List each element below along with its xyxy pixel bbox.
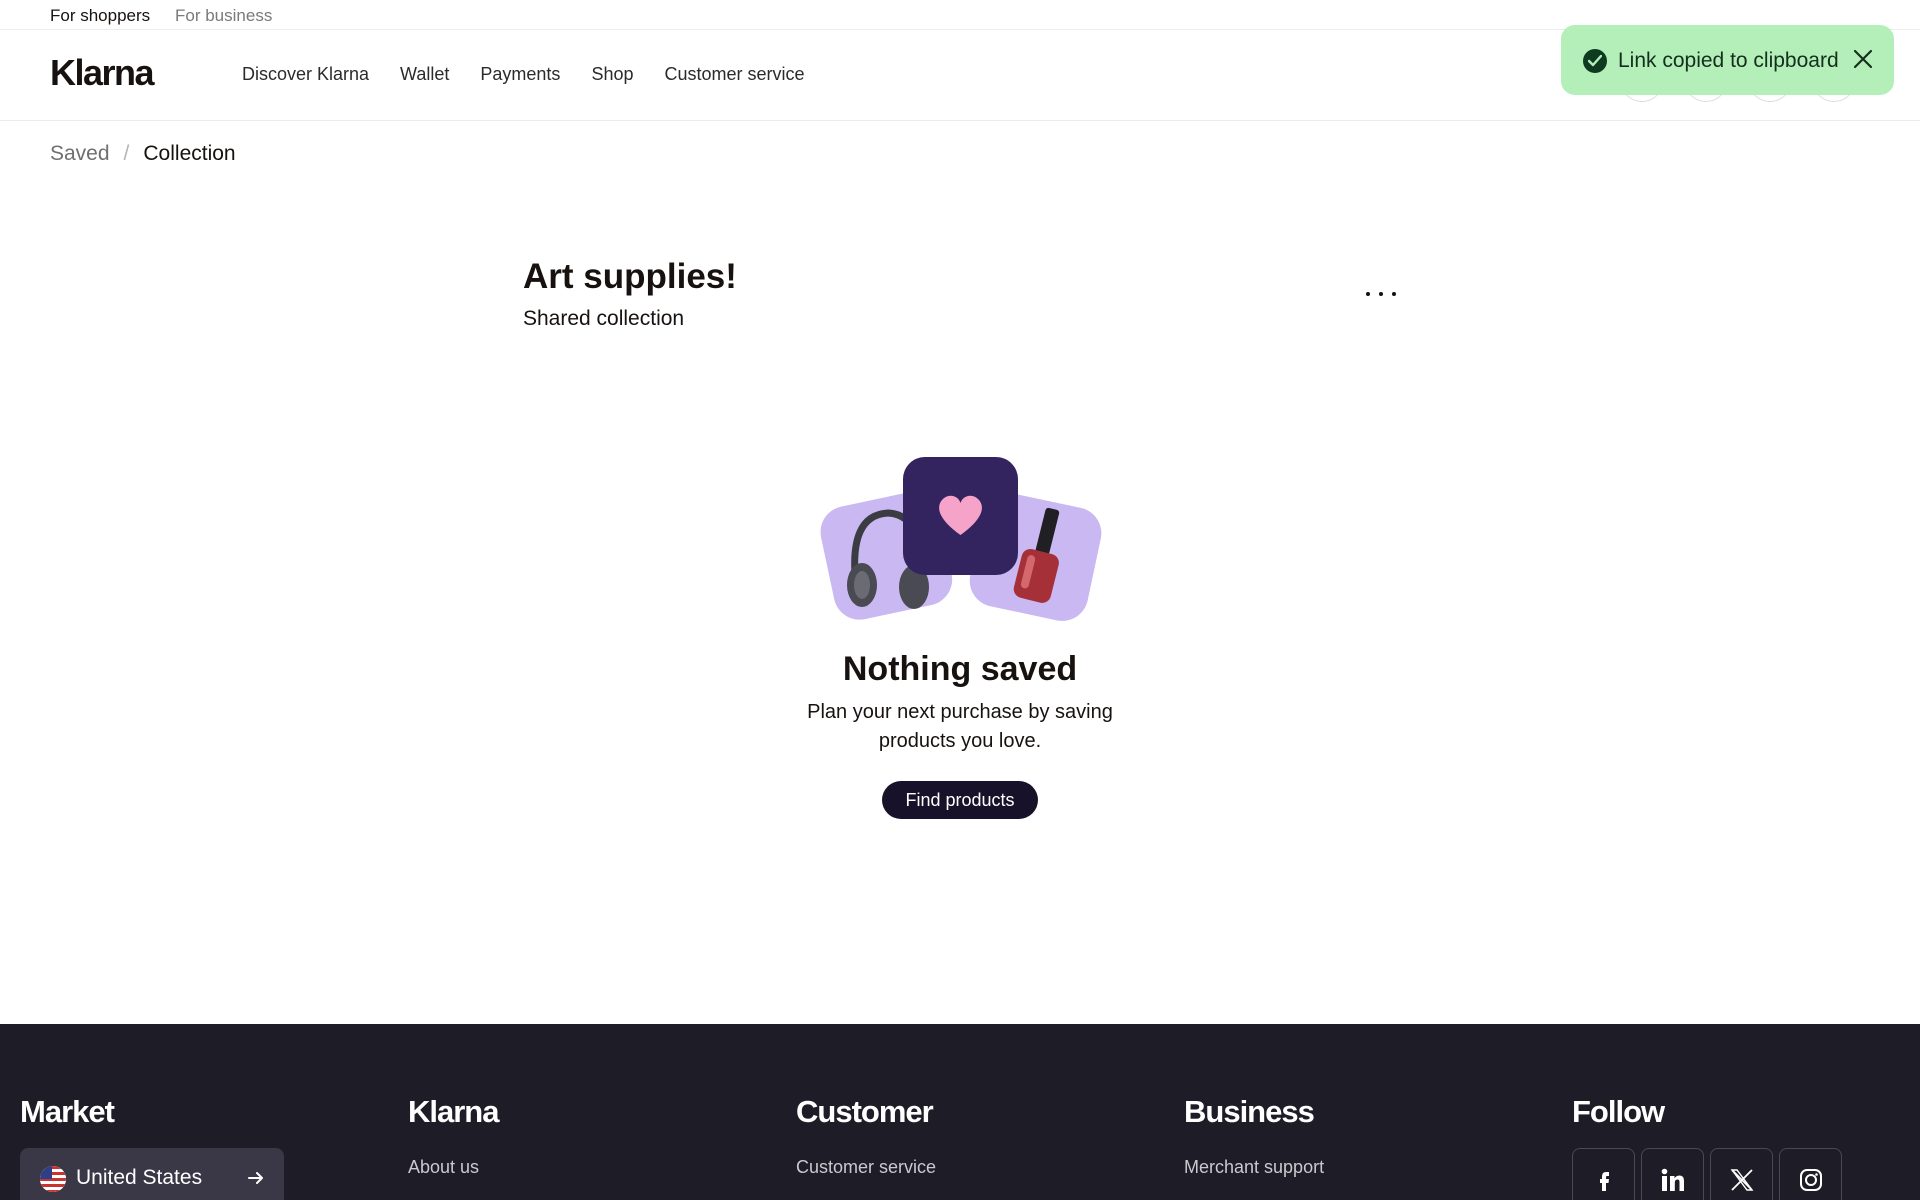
toast-message: Link copied to clipboard <box>1618 49 1839 72</box>
footer-heading-business: Business <box>1184 1094 1315 1129</box>
main-nav: Discover Klarna Wallet Payments Shop Cus… <box>242 64 836 85</box>
more-dot <box>1366 292 1370 296</box>
footer-heading-klarna: Klarna <box>408 1094 499 1129</box>
breadcrumb-saved[interactable]: Saved <box>50 142 110 166</box>
for-shoppers-link[interactable]: For shoppers <box>50 6 150 26</box>
nav-wallet[interactable]: Wallet <box>400 64 449 85</box>
for-business-link[interactable]: For business <box>175 6 272 26</box>
us-flag-icon <box>40 1166 66 1192</box>
instagram-icon[interactable] <box>1779 1148 1842 1200</box>
arrow-right-icon <box>246 1168 266 1193</box>
footer-heading-customer: Customer <box>796 1094 934 1129</box>
market-country: United States <box>76 1166 203 1189</box>
more-options-button[interactable] <box>1356 270 1406 300</box>
footer-heading-follow: Follow <box>1572 1094 1665 1129</box>
toast-notification: Link copied to clipboard <box>1561 25 1894 95</box>
nav-discover-klarna[interactable]: Discover Klarna <box>242 64 369 85</box>
breadcrumb-separator: / <box>123 142 130 165</box>
site-footer: Market United States Klarna About us Cus… <box>0 1024 1920 1200</box>
empty-state-illustration <box>818 455 1102 625</box>
nav-payments[interactable]: Payments <box>480 64 560 85</box>
footer-heading-market: Market <box>20 1094 115 1129</box>
market-selector-button[interactable]: United States <box>20 1148 284 1200</box>
find-products-button[interactable]: Find products <box>882 781 1038 819</box>
more-dot <box>1392 292 1396 296</box>
breadcrumb-current: Collection <box>143 142 236 165</box>
breadcrumb: Saved / Collection <box>50 142 236 166</box>
linkedin-icon[interactable] <box>1641 1148 1704 1200</box>
klarna-logo[interactable]: Klarna <box>50 52 155 94</box>
close-icon[interactable] <box>1849 45 1877 73</box>
collection-subtitle: Shared collection <box>523 307 685 330</box>
facebook-icon[interactable] <box>1572 1148 1635 1200</box>
footer-link-customer-service[interactable]: Customer service <box>796 1157 936 1178</box>
footer-link-about-us[interactable]: About us <box>408 1157 479 1178</box>
nav-customer-service[interactable]: Customer service <box>664 64 804 85</box>
x-icon[interactable] <box>1710 1148 1773 1200</box>
empty-state-title: Nothing saved <box>842 650 1078 688</box>
check-circle-icon <box>1583 49 1607 73</box>
footer-link-merchant-support[interactable]: Merchant support <box>1184 1157 1324 1178</box>
nav-shop[interactable]: Shop <box>591 64 633 85</box>
empty-state-description: Plan your next purchase by saving produc… <box>807 701 1113 752</box>
collection-title: Art supplies! <box>523 257 737 296</box>
more-dot <box>1379 292 1383 296</box>
